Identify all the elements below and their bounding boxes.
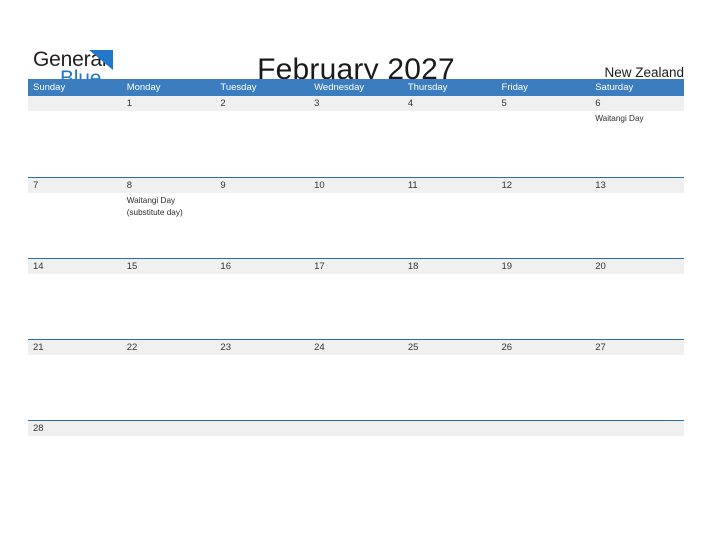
day-cell-18[interactable]: 18 (403, 259, 497, 339)
day-cell-10[interactable]: 10 (309, 178, 403, 258)
calendar-week-row: 21 22 23 24 25 26 27 (28, 339, 684, 420)
day-number: 13 (595, 180, 606, 191)
calendar-grid: Sunday Monday Tuesday Wednesday Thursday… (28, 79, 684, 445)
day-number: 1 (126, 98, 132, 109)
day-cell-17[interactable]: 17 (309, 259, 403, 339)
day-cell-1[interactable]: 1 (122, 96, 216, 177)
day-number: 21 (33, 342, 44, 353)
day-cell-empty (215, 421, 309, 445)
day-cell-27[interactable]: 27 (590, 340, 684, 420)
day-number: 16 (220, 261, 231, 272)
day-cell-28[interactable]: 28 (28, 421, 122, 445)
calendar-week-row: 14 15 16 17 18 19 20 (28, 258, 684, 339)
day-cell-20[interactable]: 20 (590, 259, 684, 339)
day-cell-empty (590, 421, 684, 445)
day-number: 19 (501, 261, 513, 272)
day-number (127, 421, 212, 436)
day-cell-row: 21 22 23 24 25 26 27 (28, 340, 684, 420)
day-cell-6[interactable]: 6 Waitangi Day (590, 96, 684, 177)
day-number: 17 (314, 261, 325, 272)
event-list: Waitangi Day (substitute day) (127, 193, 212, 218)
page-header: General Blue February 2027 New Zealand (0, 22, 712, 90)
calendar-page: General Blue February 2027 New Zealand S… (0, 0, 712, 550)
day-number: 28 (33, 423, 44, 434)
calendar-week-row: 7 8 Waitangi Day (substitute day) 9 10 11 12 13 (28, 177, 684, 258)
day-number: 7 (33, 180, 39, 191)
day-number (314, 421, 399, 436)
day-number: 4 (407, 98, 414, 109)
day-cell-empty (309, 421, 403, 445)
holiday-event: Waitangi Day (595, 114, 644, 123)
day-cell-empty (122, 421, 216, 445)
day-number: 2 (220, 98, 226, 109)
day-number: 24 (314, 342, 325, 353)
day-number: 15 (126, 261, 138, 272)
day-cell-7[interactable]: 7 (28, 178, 122, 258)
day-header-sunday: Sunday (33, 82, 66, 93)
day-header-monday: Monday (126, 82, 161, 93)
day-cell-25[interactable]: 25 (403, 340, 497, 420)
day-cell-14[interactable]: 14 (28, 259, 122, 339)
day-number: 3 (314, 98, 320, 109)
calendar-week-row: 28 (28, 420, 684, 445)
day-number: 25 (407, 342, 419, 353)
holiday-event: (substitute day) (126, 207, 183, 217)
day-number: 18 (407, 261, 419, 272)
day-header-wednesday: Wednesday (314, 82, 365, 93)
day-cell-3[interactable]: 3 (309, 96, 403, 177)
day-header-saturday: Saturday (595, 82, 634, 93)
day-number: 10 (314, 180, 325, 191)
holiday-event: Waitangi Day (126, 196, 176, 205)
calendar-week-row: 1 2 3 4 5 6 Waitangi Day (28, 96, 684, 177)
day-number: 5 (501, 98, 507, 109)
day-number (408, 421, 493, 436)
day-cell-13[interactable]: 13 (590, 178, 684, 258)
day-number (220, 421, 305, 436)
day-number (33, 96, 118, 111)
day-cell-4[interactable]: 4 (403, 96, 497, 177)
day-cell-2[interactable]: 2 (215, 96, 309, 177)
day-cell-16[interactable]: 16 (215, 259, 309, 339)
day-number: 27 (595, 342, 606, 353)
day-number (502, 421, 587, 436)
day-number: 12 (501, 180, 513, 191)
day-cell-empty (403, 421, 497, 445)
event-list: Waitangi Day (595, 111, 680, 125)
day-number: 22 (126, 342, 138, 353)
day-cell-22[interactable]: 22 (122, 340, 216, 420)
day-number: 14 (33, 261, 44, 272)
day-cell-23[interactable]: 23 (215, 340, 309, 420)
day-cell-26[interactable]: 26 (497, 340, 591, 420)
day-cell-8[interactable]: 8 Waitangi Day (substitute day) (122, 178, 216, 258)
day-number: 26 (501, 342, 513, 353)
day-cell-empty (497, 421, 591, 445)
day-cell-row: 14 15 16 17 18 19 20 (28, 259, 684, 339)
day-cell-row: 7 8 Waitangi Day (substitute day) 9 10 11 12 13 (28, 178, 684, 258)
day-cell-row: 28 (28, 421, 684, 445)
day-cell-5[interactable]: 5 (497, 96, 591, 177)
calendar-weeks: 1 2 3 4 5 6 Waitangi Day 7 8 Waitangi Day (substit… (28, 96, 684, 445)
day-number (595, 421, 680, 436)
day-cell-row: 1 2 3 4 5 6 Waitangi Day (28, 96, 684, 177)
day-header-tuesday: Tuesday (220, 82, 257, 93)
day-cell-11[interactable]: 11 (403, 178, 497, 258)
day-cell-12[interactable]: 12 (497, 178, 591, 258)
day-number: 9 (220, 180, 226, 191)
day-cell-24[interactable]: 24 (309, 340, 403, 420)
day-number: 11 (407, 180, 418, 191)
day-header-thursday: Thursday (407, 82, 448, 93)
day-number: 8 (126, 180, 132, 191)
day-cell-9[interactable]: 9 (215, 178, 309, 258)
day-header-friday: Friday (501, 82, 528, 93)
day-number: 6 (595, 98, 601, 109)
day-cell-21[interactable]: 21 (28, 340, 122, 420)
day-cell-19[interactable]: 19 (497, 259, 591, 339)
day-cell-empty (28, 96, 122, 177)
day-of-week-header-row: Sunday Monday Tuesday Wednesday Thursday… (28, 79, 684, 96)
day-number: 20 (595, 261, 606, 272)
day-number: 23 (220, 342, 231, 353)
day-cell-15[interactable]: 15 (122, 259, 216, 339)
